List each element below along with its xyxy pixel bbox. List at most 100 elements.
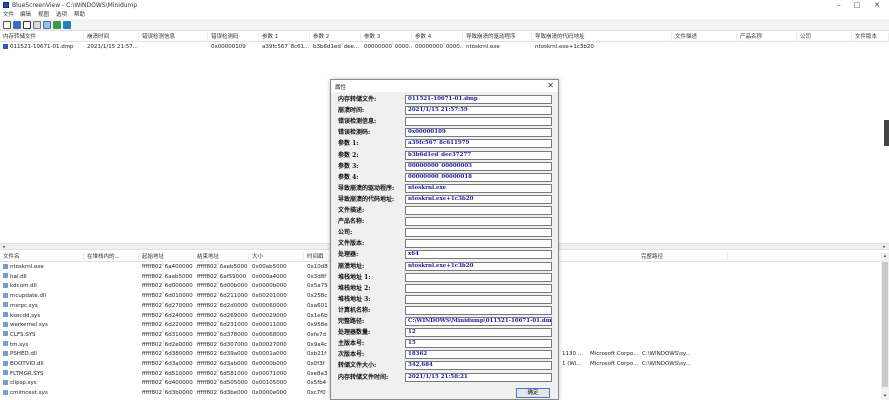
menu-edit[interactable]: 编辑 [20,11,31,19]
side-tab[interactable] [884,120,889,146]
property-value-field[interactable] [405,239,552,249]
column-header[interactable]: 内存转储文件 [0,33,84,42]
table-cell [639,379,699,388]
column-header[interactable]: 起始地址 [139,253,194,262]
toolbar [0,19,889,31]
minimize-button[interactable]: – [832,1,846,10]
property-value-field[interactable]: C:\WINDOWS\Minidump\011521-10671-01.dmp [405,317,552,326]
table-cell: 0x0001a000 [252,351,287,358]
property-value-field[interactable] [405,305,552,315]
table-cell: 0xb21f [307,351,327,358]
driver-name-cell: ksecdd.sys [0,312,84,321]
property-row: 参数 3: 00000000`00000003 [331,161,558,172]
about-icon[interactable] [63,21,71,29]
property-value-field[interactable] [405,117,552,127]
menu-file[interactable]: 文件 [3,11,14,19]
property-value-field[interactable] [405,217,552,227]
property-row: 堆栈地址 1: [331,272,558,283]
column-header[interactable]: 时间戳 [304,253,330,262]
property-value-field[interactable]: 2021/1/15 21:58:21 [405,372,552,382]
property-value-field[interactable]: 15 [405,339,552,349]
property-label: 导致崩溃的驱动程序: [338,184,395,192]
property-value-field[interactable]: 342,684 [405,361,552,371]
table-cell: fffff802`6af59000 [197,273,247,280]
column-header[interactable]: 参数 1 [259,33,310,42]
property-value-field[interactable]: 00000000`00000018 [405,172,552,182]
refresh-icon[interactable] [53,21,61,29]
property-value-field[interactable]: b3b6d1ed`dee37277 [405,150,552,160]
menu-view[interactable]: 视图 [38,11,49,19]
app-icon [3,2,9,8]
column-header[interactable]: 参数 3 [361,33,412,42]
table-cell [559,389,587,398]
scroll-up-icon[interactable]: ▴ [881,253,889,260]
column-header[interactable]: 导致崩溃的驱动程序 [463,33,532,42]
html-report-icon[interactable] [43,21,51,29]
column-header[interactable]: 产品名称 [737,33,797,42]
column-header[interactable]: 导致崩溃的代码地址 [532,33,672,42]
column-header[interactable]: 文件名 [0,253,84,262]
column-header[interactable]: 结束地址 [194,253,249,262]
table-cell [639,331,699,340]
column-header[interactable]: 错误检测码 [208,33,259,42]
property-label: 产品名称: [338,218,365,226]
property-row: 崩溃时间: 2021/1/15 21:57:59 [331,105,558,116]
maximize-button[interactable]: □ [850,1,864,10]
property-value-field[interactable]: ntoskrnl.exe+1c3b20 [405,261,552,271]
column-header[interactable]: 参数 4 [412,33,463,42]
ok-button[interactable]: 确定 [516,388,550,398]
scroll-down-icon[interactable]: ▾ [881,393,889,400]
property-value-field[interactable] [405,294,552,304]
property-value-field[interactable]: x64 [405,250,552,260]
property-value-field[interactable]: 18362 [405,350,552,360]
property-value-field[interactable]: 00000000`00000003 [405,161,552,171]
property-value-field[interactable] [405,228,552,238]
property-value-field[interactable]: 011521-10671-01.dmp [405,95,552,104]
dialog-close-icon[interactable]: ✕ [547,81,554,91]
column-header[interactable]: 大小 [249,253,304,262]
close-button[interactable]: ✕ [870,1,884,10]
column-header[interactable]: 公司 [797,33,852,42]
column-header[interactable]: 崩溃时间 [84,33,139,42]
column-header[interactable]: 完整路径 [638,253,728,262]
new-icon[interactable] [3,21,11,29]
driver-name-cell: BOOTVID.dll [0,360,84,369]
save-icon[interactable] [13,21,21,29]
vertical-scrollbar[interactable]: ▴ ▾ [881,253,889,400]
column-header[interactable]: 在堆栈内的... [84,253,139,262]
driver-name-cell: hal.dll [0,273,84,282]
driver-file-icon [3,341,8,347]
column-header[interactable]: 文件版本 [852,33,889,42]
driver-name-cell: ntoskrnl.exe [0,263,84,272]
table-cell [559,273,587,282]
table-cell [587,331,639,340]
scroll-left-icon[interactable]: ◂ [0,244,7,250]
property-value-field[interactable] [405,272,552,282]
property-value-field[interactable]: ntoskrnl.exe+1c3b20 [405,194,552,204]
table-cell: 0x0000b000 [252,283,287,290]
property-value-field[interactable]: a39fc567`8c611979 [405,139,552,149]
property-value-field[interactable]: 12 [405,328,552,338]
column-header[interactable]: 文件描述 [672,33,737,42]
table-cell: 0x00105000 [252,380,287,387]
column-header[interactable]: 错误检测信息 [139,33,208,42]
menu-help[interactable]: 帮助 [74,11,85,19]
property-label: 错误检测码: [338,129,371,137]
property-value-field[interactable] [405,283,552,293]
table-cell: 0x00ab5000 [252,264,287,270]
menu-options[interactable]: 选项 [56,11,67,19]
property-value-field[interactable] [405,206,552,215]
table-cell [639,282,699,291]
table-row[interactable]: 011521-10671-01.dmp 2021/1/15 21:57... 0… [0,43,889,52]
driver-file-icon [3,282,8,288]
column-header[interactable]: 参数 2 [310,33,361,42]
property-value-field[interactable]: 2021/1/15 21:57:59 [405,106,552,116]
property-value-field[interactable]: ntoskrnl.exe [405,183,552,193]
properties-icon[interactable] [23,21,31,29]
property-value-field[interactable]: 0x00000109 [405,128,552,138]
scroll-thumb[interactable] [882,262,888,387]
table-cell: 2021/1/15 21:57... [87,44,139,50]
scroll-right-icon[interactable]: ▸ [881,244,888,250]
dump-file-cell: 011521-10671-01.dmp [0,43,84,52]
copy-icon[interactable] [33,21,41,29]
